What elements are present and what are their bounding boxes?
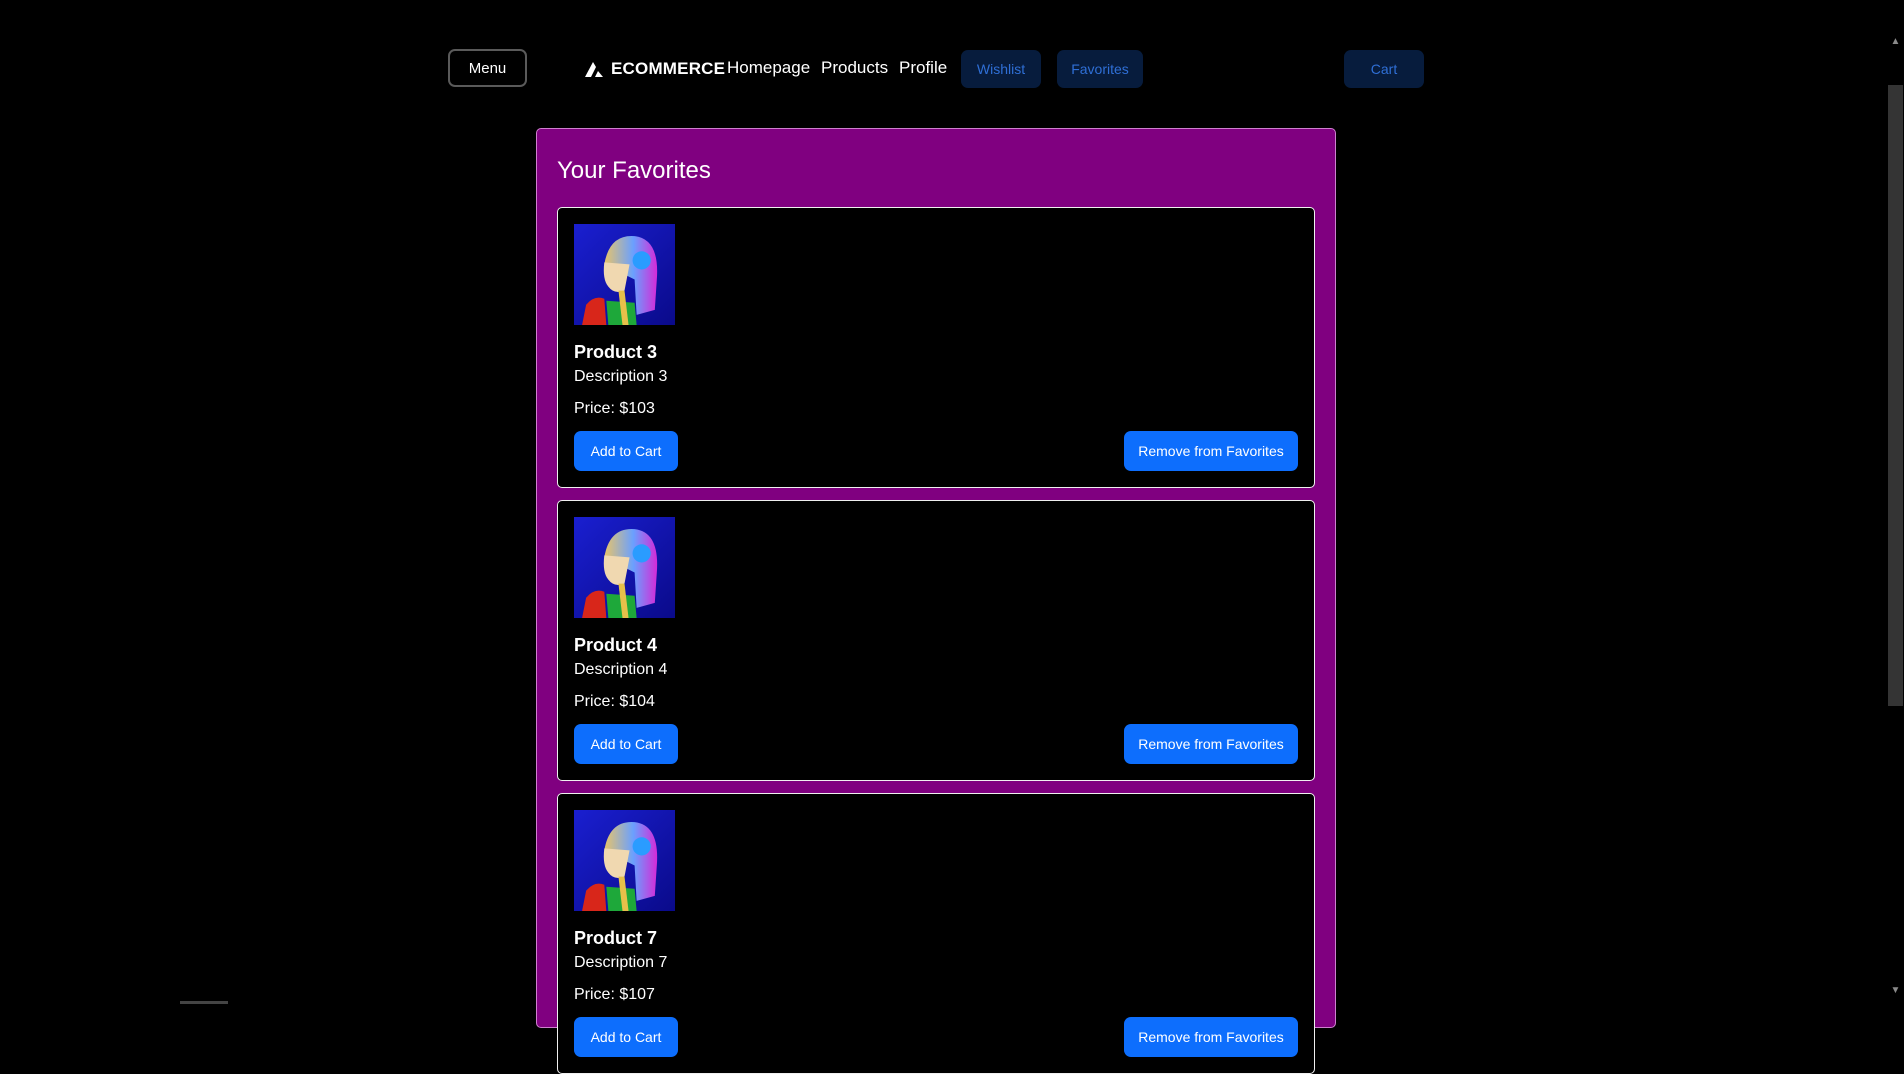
remove-from-favorites-button[interactable]: Remove from Favorites	[1124, 1017, 1298, 1057]
product-name: Product 3	[574, 342, 658, 362]
nav-link-homepage[interactable]: Homepage	[727, 58, 810, 78]
product-description: Description 3	[574, 368, 668, 385]
scroll-up-icon[interactable]: ▲	[1890, 36, 1901, 47]
product-description: Description 7	[574, 954, 668, 971]
scroll-down-icon[interactable]: ▼	[1890, 985, 1901, 996]
remove-from-favorites-button[interactable]: Remove from Favorites	[1124, 431, 1298, 471]
cart-button[interactable]: Cart	[1344, 50, 1424, 88]
product-price: Price: $103	[574, 400, 655, 417]
scrollbar-thumb[interactable]	[1888, 85, 1903, 706]
brand-logo-icon	[585, 62, 603, 77]
product-name: Product 7	[574, 928, 658, 948]
add-to-cart-button[interactable]: Add to Cart	[574, 724, 678, 764]
favorites-button[interactable]: Favorites	[1057, 50, 1143, 88]
nav-link-profile[interactable]: Profile	[899, 58, 947, 78]
wishlist-button[interactable]: Wishlist	[961, 50, 1041, 88]
favorites-panel: Your Favorites Product 3 Description 3 P…	[536, 128, 1336, 1074]
product-image	[574, 517, 675, 618]
favorite-card: Product 4 Description 4 Price: $104 Add …	[557, 500, 1315, 781]
product-name: Product 4	[574, 635, 658, 655]
remove-from-favorites-button[interactable]: Remove from Favorites	[1124, 724, 1298, 764]
product-image	[574, 224, 675, 325]
product-price: Price: $104	[574, 693, 655, 710]
add-to-cart-button[interactable]: Add to Cart	[574, 431, 678, 471]
product-price: Price: $107	[574, 986, 655, 1003]
page-title: Your Favorites	[557, 157, 711, 184]
menu-button[interactable]: Menu	[448, 49, 527, 87]
product-description: Description 4	[574, 661, 668, 678]
favorite-card: Product 3 Description 3 Price: $103 Add …	[557, 207, 1315, 488]
brand-name: ECOMMERCE	[611, 59, 726, 78]
nav-link-products[interactable]: Products	[821, 58, 888, 78]
brand[interactable]: ECOMMERCE	[583, 56, 725, 82]
product-image	[574, 810, 675, 911]
add-to-cart-button[interactable]: Add to Cart	[574, 1017, 678, 1057]
favorite-card: Product 7 Description 7 Price: $107 Add …	[557, 793, 1315, 1074]
